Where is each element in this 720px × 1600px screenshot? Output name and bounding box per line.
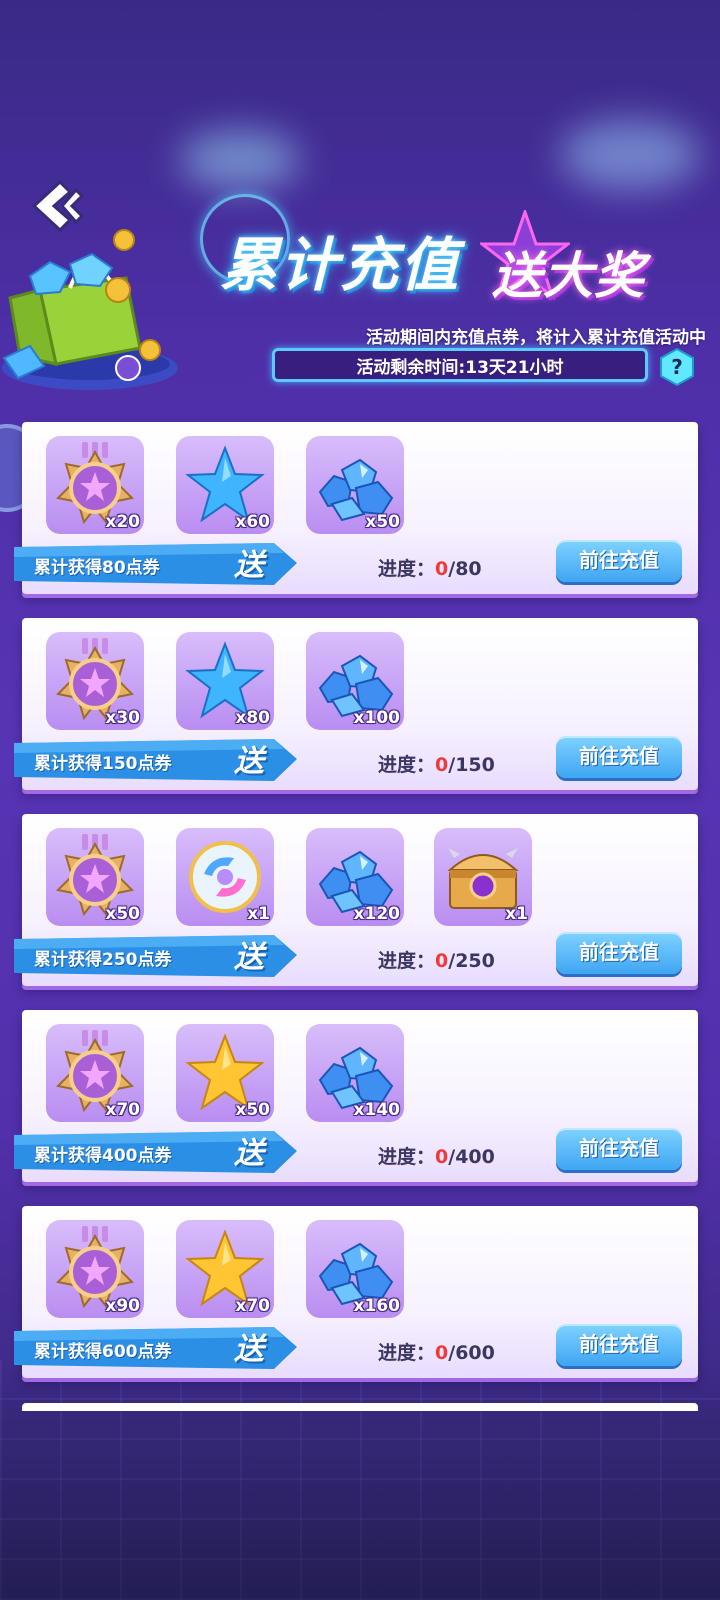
reward-quantity: x1: [505, 904, 528, 924]
go-recharge-button[interactable]: 前往充值: [556, 540, 682, 582]
reward-quantity: x120: [353, 904, 400, 924]
reward-item-tile[interactable]: x80: [176, 632, 274, 730]
reward-item-tile[interactable]: x60: [176, 436, 274, 534]
tier-requirement-label: 累计获得400点券: [34, 1146, 172, 1166]
reward-quantity: x90: [105, 1296, 140, 1316]
tier-requirement-label: 累计获得150点券: [34, 754, 172, 774]
gift-label: 送: [234, 1136, 264, 1171]
reward-tier-card: x90 x70 x160 累计获得600点券 送 进度：0/600 前往充值: [14, 1206, 698, 1378]
reward-item-tile[interactable]: x50: [46, 828, 144, 926]
reward-quantity: x50: [105, 904, 140, 924]
gift-bag-icon: [2, 229, 178, 390]
reward-tier-card: x70 x50 x140 累计获得400点券 送 进度：0/400 前往充值: [14, 1010, 698, 1182]
title-main: 累计充值: [220, 231, 461, 299]
reward-tier-card: x50 x1 x120 x1 累计获得250点券 送 进度：0/250 前往充值: [14, 814, 698, 986]
event-title: 累计充值 送大奖: [200, 190, 700, 320]
go-recharge-button[interactable]: 前往充值: [556, 1128, 682, 1170]
reward-item-tile[interactable]: x30: [46, 632, 144, 730]
progress-text: 进度：0/400: [378, 1142, 495, 1169]
progress-target: /150: [448, 754, 495, 776]
reward-item-tile[interactable]: x1: [176, 828, 274, 926]
progress-label: 进度：: [378, 1146, 436, 1168]
progress-text: 进度：0/150: [378, 750, 495, 777]
reward-quantity: x50: [365, 512, 400, 532]
reward-item-tile[interactable]: x50: [306, 436, 404, 534]
reward-item-tile[interactable]: x120: [306, 828, 404, 926]
reward-item-tile[interactable]: x70: [46, 1024, 144, 1122]
reward-item-tile[interactable]: x90: [46, 1220, 144, 1318]
reward-quantity: x30: [105, 708, 140, 728]
reward-tier-card: x20 x60 x50 累计获得80点券 送 进度：0/80 前往充值: [14, 422, 698, 594]
progress-current: 0: [435, 558, 449, 580]
progress-current: 0: [435, 1342, 449, 1364]
reward-item-tile[interactable]: x70: [176, 1220, 274, 1318]
reward-quantity: x80: [235, 708, 270, 728]
reward-quantity: x20: [105, 512, 140, 532]
event-description: 活动期间内充值点券，将计入累计充值活动中: [366, 328, 706, 348]
progress-label: 进度：: [378, 558, 436, 580]
reward-quantity: x50: [235, 1100, 270, 1120]
progress-target: /600: [448, 1342, 495, 1364]
reward-item-tile[interactable]: x140: [306, 1024, 404, 1122]
progress-text: 进度：0/600: [378, 1338, 495, 1365]
progress-target: /400: [448, 1146, 495, 1168]
reward-quantity: x70: [235, 1296, 270, 1316]
reward-quantity: x140: [353, 1100, 400, 1120]
reward-quantity: x100: [353, 708, 400, 728]
progress-target: /250: [448, 950, 495, 972]
go-recharge-button[interactable]: 前往充值: [556, 736, 682, 778]
progress-label: 进度：: [378, 1342, 436, 1364]
reward-tier-card: x30 x80 x100 累计获得150点券 送 进度：0/150 前往充值: [14, 618, 698, 790]
reward-quantity: x1: [247, 904, 270, 924]
remaining-time: 活动剩余时间:13天21小时: [356, 358, 564, 378]
title-sub: 送大奖: [492, 247, 645, 305]
reward-item-tile[interactable]: x100: [306, 632, 404, 730]
tier-requirement-label: 累计获得600点券: [34, 1342, 172, 1362]
reward-quantity: x60: [235, 512, 270, 532]
progress-target: /80: [448, 558, 482, 580]
reward-item-tile[interactable]: x1: [434, 828, 532, 926]
help-label: ?: [671, 355, 683, 379]
progress-label: 进度：: [378, 754, 436, 776]
progress-current: 0: [435, 1146, 449, 1168]
spotlight: [560, 120, 700, 190]
reward-item-tile[interactable]: x50: [176, 1024, 274, 1122]
progress-label: 进度：: [378, 950, 436, 972]
tier-requirement-label: 累计获得250点券: [34, 950, 172, 970]
go-recharge-button[interactable]: 前往充值: [556, 1324, 682, 1366]
progress-text: 进度：0/250: [378, 946, 495, 973]
gift-label: 送: [234, 940, 264, 975]
stage-floor-background: [0, 1360, 720, 1600]
spotlight: [180, 130, 300, 190]
tier-requirement-label: 累计获得80点券: [34, 558, 160, 578]
gift-label: 送: [234, 744, 264, 779]
gift-label: 送: [234, 548, 264, 583]
gift-label: 送: [234, 1332, 264, 1367]
progress-current: 0: [435, 754, 449, 776]
next-tier-card-peek: [22, 1403, 698, 1411]
timer-bar: 活动剩余时间:13天21小时: [272, 348, 648, 382]
help-button[interactable]: ?: [658, 347, 696, 387]
reward-item-tile[interactable]: x20: [46, 436, 144, 534]
back-arrow-icon[interactable]: [20, 176, 84, 236]
go-recharge-button[interactable]: 前往充值: [556, 932, 682, 974]
reward-item-tile[interactable]: x160: [306, 1220, 404, 1318]
reward-quantity: x70: [105, 1100, 140, 1120]
reward-quantity: x160: [353, 1296, 400, 1316]
progress-text: 进度：0/80: [378, 554, 482, 581]
progress-current: 0: [435, 950, 449, 972]
